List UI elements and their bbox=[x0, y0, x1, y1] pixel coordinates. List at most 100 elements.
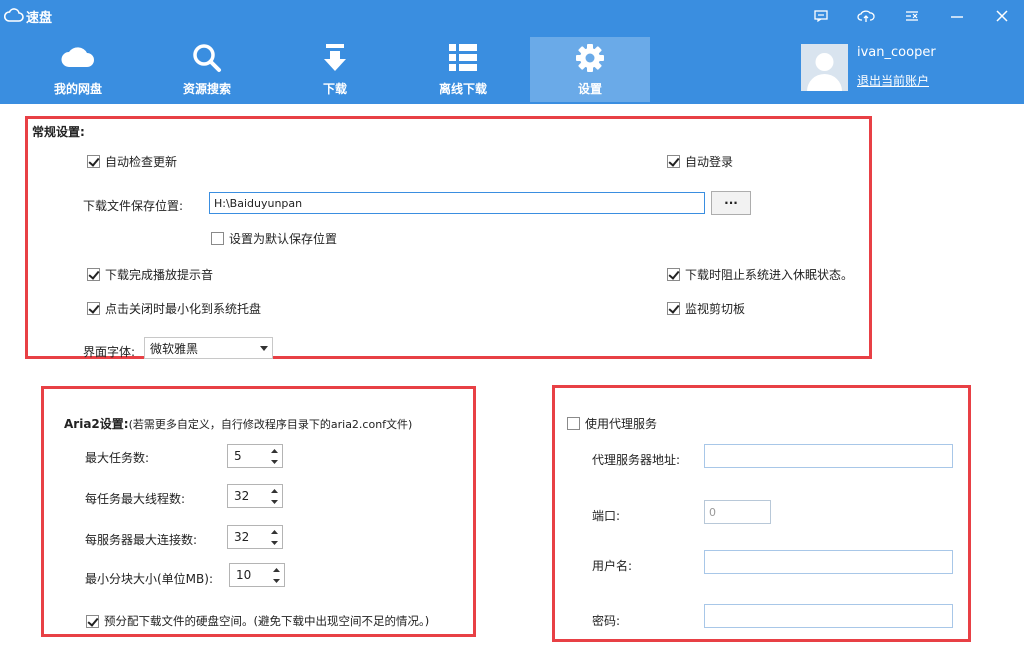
proxy-settings-panel: 使用代理服务 代理服务器地址: 端口: 用户名: 密码: bbox=[552, 385, 971, 642]
upload-cloud-icon bbox=[857, 10, 875, 23]
chevron-down-icon[interactable] bbox=[266, 496, 282, 507]
set-default-path-checkbox[interactable]: 设置为默认保存位置 bbox=[211, 230, 337, 247]
font-label: 界面字体: bbox=[83, 345, 136, 359]
checkbox-box bbox=[567, 417, 580, 430]
save-path-input[interactable] bbox=[209, 192, 705, 214]
aria2-settings-panel: Aria2设置:(若需更多自定义，自行修改程序目录下的aria2.conf文件)… bbox=[41, 386, 476, 637]
monitor-clipboard-checkbox[interactable]: 监视剪切板 bbox=[667, 300, 745, 317]
proxy-address-input[interactable] bbox=[704, 444, 953, 468]
checkbox-box bbox=[211, 232, 224, 245]
nav-label: 下载 bbox=[322, 82, 347, 96]
chevron-down-icon[interactable] bbox=[266, 456, 282, 467]
section-title: Aria2设置: bbox=[64, 417, 129, 431]
app-title: 速盘 bbox=[26, 11, 53, 26]
search-icon bbox=[147, 43, 267, 75]
nav-settings[interactable]: 设置 bbox=[530, 37, 650, 102]
spinner-value: 32 bbox=[234, 489, 250, 503]
checkbox-box bbox=[667, 155, 680, 168]
proxy-port-input[interactable] bbox=[704, 500, 771, 524]
aria2-heading: Aria2设置:(若需更多自定义，自行修改程序目录下的aria2.conf文件) bbox=[64, 415, 412, 432]
checkbox-box bbox=[86, 614, 99, 628]
proxy-username-input[interactable] bbox=[704, 550, 953, 574]
checkbox-label: 自动检查更新 bbox=[105, 155, 178, 169]
chevron-down-icon bbox=[256, 338, 272, 358]
aria2-note: (若需更多自定义，自行修改程序目录下的aria2.conf文件) bbox=[128, 418, 413, 431]
checkbox-label: 点击关闭时最小化到系统托盘 bbox=[105, 302, 262, 316]
auto-login-checkbox[interactable]: 自动登录 bbox=[667, 153, 733, 170]
proxy-password-input[interactable] bbox=[704, 604, 953, 628]
checkbox-label: 设置为默认保存位置 bbox=[229, 232, 338, 246]
auto-update-checkbox[interactable]: 自动检查更新 bbox=[87, 153, 177, 170]
checkbox-box bbox=[87, 155, 100, 168]
checkbox-label: 使用代理服务 bbox=[585, 417, 658, 431]
upload-button[interactable] bbox=[852, 4, 880, 28]
font-select[interactable]: 微软雅黑 bbox=[144, 337, 273, 359]
max-conn-label: 每服务器最大连接数: bbox=[85, 533, 198, 547]
checkbox-label: 下载完成播放提示音 bbox=[105, 268, 214, 282]
spinner-buttons bbox=[268, 564, 284, 586]
menu-button[interactable] bbox=[898, 4, 926, 28]
spinner-value: 32 bbox=[234, 530, 250, 544]
title-bar: 速盘 bbox=[0, 0, 1024, 32]
nav-resource-search[interactable]: 资源搜索 bbox=[147, 37, 267, 102]
checkbox-box bbox=[667, 302, 680, 315]
spinner-value: 5 bbox=[234, 449, 242, 463]
nav-my-disk[interactable]: 我的网盘 bbox=[18, 37, 138, 102]
feedback-button[interactable] bbox=[807, 4, 835, 28]
nav-download[interactable]: 下载 bbox=[275, 37, 395, 102]
avatar[interactable] bbox=[801, 44, 848, 91]
play-sound-checkbox[interactable]: 下载完成播放提示音 bbox=[87, 266, 213, 283]
nav-label: 资源搜索 bbox=[182, 82, 231, 96]
proxy-address-label: 代理服务器地址: bbox=[592, 453, 681, 467]
checkbox-label: 下载时阻止系统进入休眠状态。 bbox=[685, 268, 854, 282]
nav-label: 我的网盘 bbox=[53, 82, 102, 96]
section-title: 常规设置: bbox=[32, 125, 85, 139]
chevron-up-icon[interactable] bbox=[266, 526, 282, 537]
preallocate-checkbox[interactable]: 预分配下载文件的硬盘空间。(避免下载中出现空间不足的情况。) bbox=[86, 613, 429, 629]
spinner-buttons bbox=[266, 485, 282, 507]
close-icon bbox=[995, 9, 1009, 23]
checkbox-box bbox=[87, 302, 100, 315]
spinner-buttons bbox=[266, 445, 282, 467]
header: 速盘 我的网盘 资源搜索 下载 离线下载 设置 ivan_cooper 退出当前… bbox=[0, 0, 1024, 104]
max-conn-spinner[interactable]: 32 bbox=[227, 525, 283, 549]
minimize-button[interactable] bbox=[943, 4, 971, 28]
minimize-icon bbox=[950, 10, 964, 22]
max-threads-spinner[interactable]: 32 bbox=[227, 484, 283, 508]
nav-label: 离线下载 bbox=[438, 82, 487, 96]
min-split-spinner[interactable]: 10 bbox=[229, 563, 285, 587]
chevron-up-icon[interactable] bbox=[266, 485, 282, 496]
checkbox-label: 监视剪切板 bbox=[685, 302, 746, 316]
save-path-label: 下载文件保存位置: bbox=[83, 199, 184, 213]
general-settings-panel: 常规设置: 自动检查更新 自动登录 下载文件保存位置: ··· 设置为默认保存位… bbox=[25, 116, 872, 359]
checkbox-label: 预分配下载文件的硬盘空间。(避免下载中出现空间不足的情况。) bbox=[104, 614, 430, 628]
max-tasks-label: 最大任务数: bbox=[85, 451, 150, 465]
proxy-username-label: 用户名: bbox=[592, 559, 633, 573]
chevron-down-icon[interactable] bbox=[268, 575, 284, 586]
font-select-value: 微软雅黑 bbox=[150, 341, 199, 356]
checkbox-box bbox=[87, 268, 100, 281]
nav-offline-download[interactable]: 离线下载 bbox=[403, 37, 523, 102]
gear-icon bbox=[530, 43, 650, 75]
close-button[interactable] bbox=[988, 4, 1016, 28]
logout-link[interactable]: 退出当前账户 bbox=[857, 72, 929, 89]
user-name: ivan_cooper bbox=[857, 45, 936, 60]
download-arrow-icon bbox=[275, 43, 395, 75]
max-threads-label: 每任务最大线程数: bbox=[85, 492, 186, 506]
checkbox-label: 自动登录 bbox=[685, 155, 734, 169]
proxy-password-label: 密码: bbox=[592, 614, 621, 628]
min-split-label: 最小分块大小(单位MB): bbox=[85, 572, 213, 586]
browse-button[interactable]: ··· bbox=[711, 191, 751, 215]
menu-icon bbox=[905, 10, 919, 22]
minimize-to-tray-checkbox[interactable]: 点击关闭时最小化到系统托盘 bbox=[87, 300, 261, 317]
use-proxy-checkbox[interactable]: 使用代理服务 bbox=[567, 415, 657, 432]
list-icon bbox=[403, 43, 523, 75]
max-tasks-spinner[interactable]: 5 bbox=[227, 444, 283, 468]
spinner-buttons bbox=[266, 526, 282, 548]
chevron-up-icon[interactable] bbox=[266, 445, 282, 456]
chevron-down-icon[interactable] bbox=[266, 537, 282, 548]
cloud-logo-icon bbox=[3, 8, 24, 22]
prevent-sleep-checkbox[interactable]: 下载时阻止系统进入休眠状态。 bbox=[667, 266, 853, 283]
nav-label: 设置 bbox=[577, 82, 602, 96]
chevron-up-icon[interactable] bbox=[268, 564, 284, 575]
